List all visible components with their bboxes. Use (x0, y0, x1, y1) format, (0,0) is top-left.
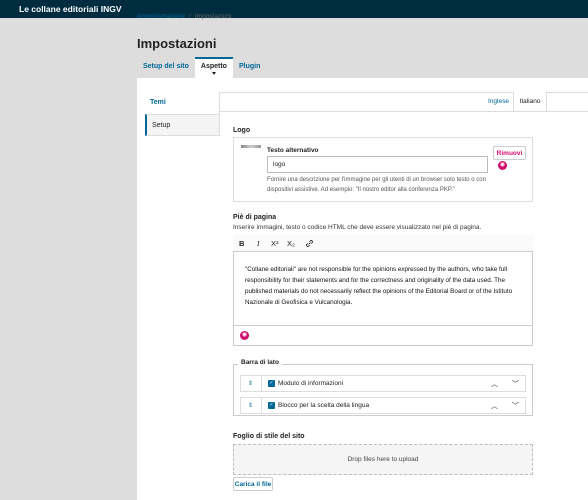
tab-aspetto[interactable]: Aspetto (194, 57, 233, 78)
superscript-button[interactable]: X² (271, 239, 279, 248)
row-divider (261, 398, 262, 413)
language-switcher: Inglese Italiano (219, 92, 588, 112)
chevron-up-icon[interactable]: ︿ (491, 379, 498, 389)
footer-section-label: Piè di pagina (233, 214, 277, 221)
site-title[interactable]: Le collane editoriali INGV (19, 4, 122, 14)
globe-icon[interactable]: ◉ (498, 161, 507, 170)
italic-button[interactable]: I (257, 239, 260, 248)
file-dropzone[interactable]: Drop files here to upload (233, 444, 533, 475)
side-nav-item-temi[interactable]: Temi (145, 92, 219, 114)
tab-plugin[interactable]: Plugin (233, 57, 266, 78)
settings-tabs: Setup del sito Aspetto Plugin (137, 57, 266, 78)
editor-toolbar: B I X² X₂ (233, 235, 533, 252)
chevron-up-icon[interactable]: ︿ (491, 401, 498, 411)
editor-divider (233, 325, 533, 326)
link-icon[interactable] (305, 239, 314, 250)
sidebar-item-label: Blocco per la scelta della lingua (278, 402, 370, 409)
upload-file-button[interactable]: Carica il file (233, 477, 273, 491)
alt-text-help: Fornire una descrizione per l'immagine p… (267, 177, 486, 193)
chevron-down-icon[interactable]: ﹀ (512, 401, 519, 411)
sidebar-item-label: Modulo di informazioni (278, 380, 344, 387)
globe-icon[interactable]: ◉ (240, 331, 249, 340)
caret-down-icon (211, 72, 216, 75)
breadcrumb-current: Impostazioni (194, 13, 232, 20)
remove-logo-button[interactable]: Rimuovi (493, 146, 526, 160)
logo-thumbnail (241, 145, 261, 148)
sidebar-legend: Barra di lato (238, 359, 282, 366)
tab-aspetto-label: Aspetto (200, 63, 227, 70)
language-tab-it[interactable]: Italiano (513, 92, 547, 111)
bold-button[interactable]: B (239, 239, 244, 248)
side-nav: Temi Setup (145, 92, 220, 136)
page-title: Impostazioni (137, 36, 217, 51)
sidebar-block-row: ⇕ ✓ Modulo di informazioni ︿ ﹀ (240, 375, 526, 392)
alt-text-input[interactable] (267, 156, 488, 173)
breadcrumb-separator: / (189, 13, 191, 20)
checkbox-modulo-informazioni[interactable]: ✓ (268, 380, 275, 387)
drag-handle-icon[interactable]: ⇕ (248, 402, 253, 409)
footer-content[interactable]: "Collane editoriali" are not responsible… (245, 264, 527, 308)
breadcrumb: Amministrazione / Impostazioni (137, 13, 231, 20)
breadcrumb-parent-link[interactable]: Amministrazione (137, 13, 185, 20)
drag-handle-icon[interactable]: ⇕ (248, 380, 253, 387)
top-bar: Le collane editoriali INGV (0, 0, 588, 18)
language-tab-en[interactable]: Inglese (488, 98, 509, 105)
logo-section-label: Logo (233, 127, 251, 134)
subscript-button[interactable]: X₂ (287, 239, 295, 248)
chevron-down-icon[interactable]: ﹀ (512, 379, 519, 389)
sidebar-block-row: ⇕ ✓ Blocco per la scelta della lingua ︿ … (240, 397, 526, 414)
stylesheet-section-label: Foglio di stile del sito (233, 433, 305, 440)
alt-text-label: Testo alternativo (267, 147, 319, 154)
row-divider (261, 376, 262, 391)
tab-setup-del-sito[interactable]: Setup del sito (137, 57, 195, 78)
footer-description: Inserire immagini, testo o codice HTML c… (233, 224, 482, 231)
checkbox-blocco-lingua[interactable]: ✓ (268, 402, 275, 409)
side-nav-item-setup[interactable]: Setup (145, 114, 219, 136)
